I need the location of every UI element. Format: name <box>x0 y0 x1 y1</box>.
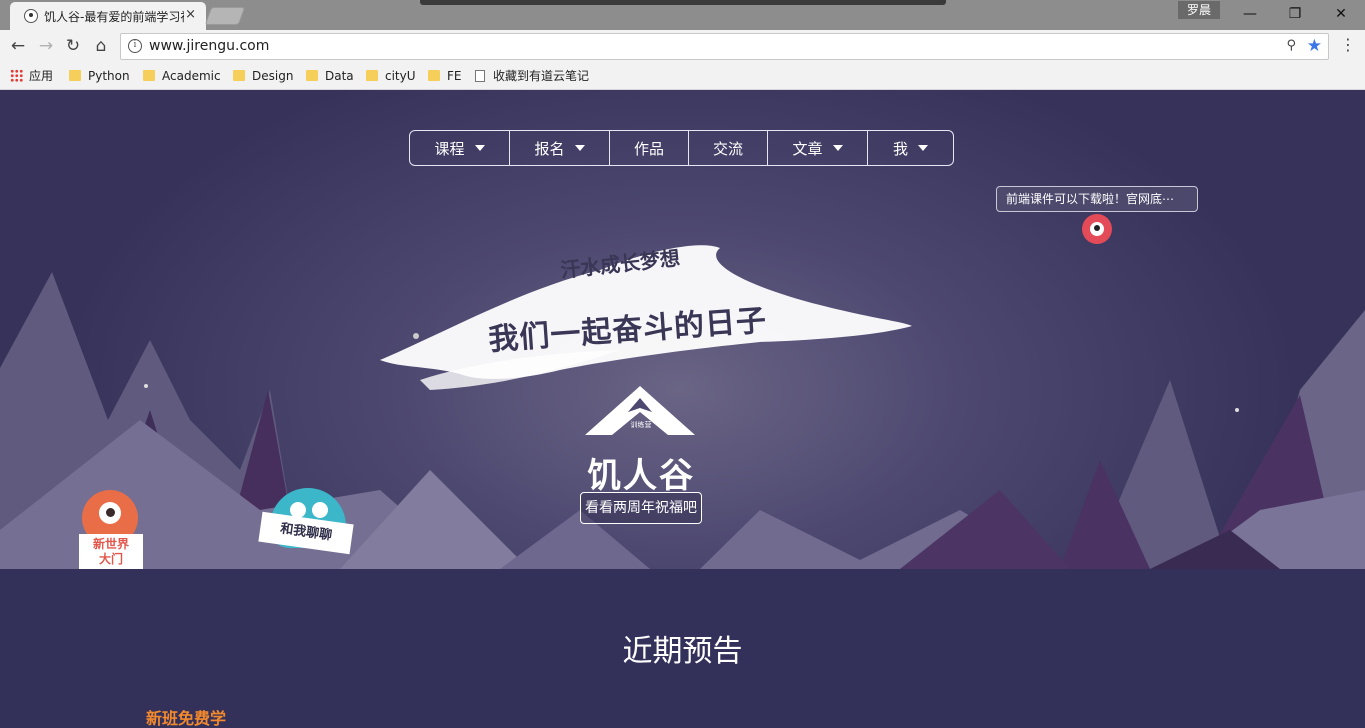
bookmark-label: FE <box>447 69 462 83</box>
nav-label: 课程 <box>434 139 465 158</box>
main-navigation: 课程 报名 作品 交流 文章 我 <box>409 130 954 166</box>
bookmark-label: Academic <box>162 69 221 83</box>
bookmark-label: Data <box>325 69 354 83</box>
folder-icon <box>69 70 81 81</box>
announcement-notice[interactable]: 前端课件可以下载啦！官网底⋯ <box>996 186 1198 212</box>
address-url[interactable]: www.jirengu.com <box>149 38 269 54</box>
site-logo[interactable]: 饥人谷 <box>585 448 697 497</box>
monster-eye-icon <box>312 502 328 518</box>
new-tab-button[interactable] <box>204 7 246 25</box>
home-icon[interactable]: ⌂ <box>91 36 111 56</box>
password-key-icon[interactable]: ⚲ <box>1286 38 1296 53</box>
address-bar[interactable]: i www.jirengu.com ⚲ ★ <box>120 33 1329 60</box>
bookmark-academic[interactable]: Academic <box>143 67 221 85</box>
folder-icon <box>366 70 378 81</box>
nav-courses[interactable]: 课程 <box>410 131 510 165</box>
maximize-button[interactable]: ❐ <box>1272 4 1318 24</box>
window-edge-strip <box>420 0 946 5</box>
bookmark-star-icon[interactable]: ★ <box>1307 36 1322 56</box>
bookmark-design[interactable]: Design <box>233 67 293 85</box>
nav-works[interactable]: 作品 <box>610 131 689 165</box>
tab-title: 饥人谷-最有爱的前端学习社区 <box>44 10 184 24</box>
apps-icon <box>10 69 23 82</box>
browser-title-bar: 饥人谷-最有爱的前端学习社区 × 罗晨 — ❐ ✕ <box>0 0 1365 30</box>
nav-label: 报名 <box>534 139 565 158</box>
browser-toolbar: ← → ↻ ⌂ i www.jirengu.com ⚲ ★ ⋮ <box>0 30 1365 62</box>
nav-label: 我 <box>892 139 908 158</box>
hero-banner: 课程 报名 作品 交流 文章 我 前端课件可以下载啦！官网底⋯ 汗水成长梦想 我… <box>0 90 1365 569</box>
bookmark-label: Python <box>88 69 130 83</box>
section-title: 近期预告 <box>622 634 743 669</box>
bookmark-label: 应用 <box>29 69 54 83</box>
bookmark-label: Design <box>252 69 294 83</box>
sign-label: 新世界 大门 <box>92 537 129 566</box>
site-info-icon[interactable]: i <box>128 39 142 53</box>
browser-menu-icon[interactable]: ⋮ <box>1340 35 1356 55</box>
tab-close-icon[interactable]: × <box>185 7 196 22</box>
page-icon <box>475 70 485 82</box>
forward-arrow-icon[interactable]: → <box>36 36 56 56</box>
nav-label: 文章 <box>792 139 823 158</box>
nav-articles[interactable]: 文章 <box>768 131 868 165</box>
bookmark-cityu[interactable]: cityU <box>366 67 416 85</box>
caret-down-icon <box>474 145 485 151</box>
bookmark-fe[interactable]: FE <box>428 67 461 85</box>
new-world-door-sign[interactable]: 新世界 大门 <box>79 534 143 569</box>
nav-label: 作品 <box>633 139 664 158</box>
reload-icon[interactable]: ↻ <box>63 36 83 56</box>
bookmark-apps[interactable]: 应用 <box>10 67 53 85</box>
close-window-button[interactable]: ✕ <box>1318 4 1364 24</box>
bookmark-label: cityU <box>385 69 416 83</box>
folder-icon <box>428 70 440 81</box>
folder-icon <box>306 70 318 81</box>
bookmark-label: 收藏到有道云笔记 <box>493 69 590 83</box>
profile-badge[interactable]: 罗晨 <box>1178 1 1220 19</box>
nav-me[interactable]: 我 <box>868 131 953 165</box>
folder-icon <box>233 70 245 81</box>
bookmarks-bar: 应用 Python Academic Design Data cityU FE … <box>0 62 1365 90</box>
back-arrow-icon[interactable]: ← <box>8 36 28 56</box>
caret-down-icon <box>918 145 928 151</box>
anniversary-button[interactable]: 看看两周年祝福吧 <box>580 492 702 524</box>
folder-icon <box>143 70 155 81</box>
logo-subtext: 训练营 <box>630 421 652 429</box>
eye-monster-icon <box>1082 214 1112 244</box>
bookmark-data[interactable]: Data <box>306 67 354 85</box>
nav-community[interactable]: 交流 <box>689 131 768 165</box>
free-class-heading: 新班免费学 <box>146 709 227 728</box>
site-favicon-icon <box>24 9 38 23</box>
caret-down-icon <box>574 145 585 151</box>
caret-down-icon <box>832 145 843 151</box>
nav-label: 交流 <box>712 139 743 158</box>
minimize-button[interactable]: — <box>1227 4 1273 24</box>
browser-tab[interactable]: 饥人谷-最有爱的前端学习社区 × <box>10 2 206 30</box>
nav-enroll[interactable]: 报名 <box>510 131 610 165</box>
bookmark-youdao[interactable]: 收藏到有道云笔记 <box>475 67 589 85</box>
bookmark-python[interactable]: Python <box>69 67 130 85</box>
